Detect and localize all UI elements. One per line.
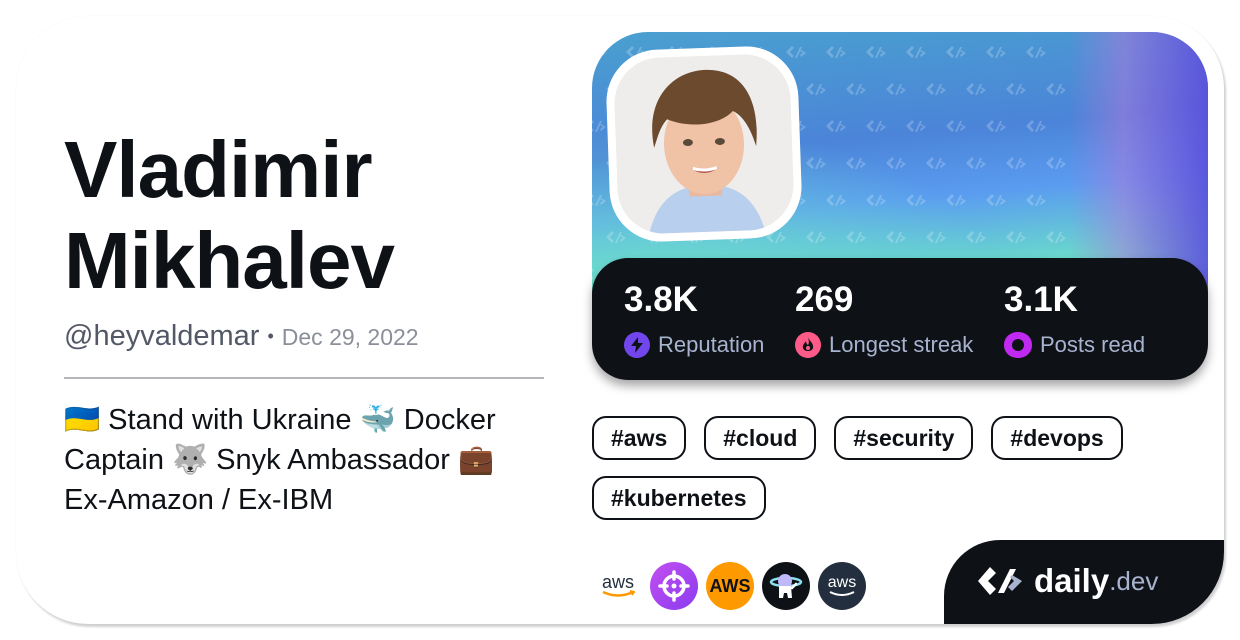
join-date: Dec 29, 2022 bbox=[281, 324, 419, 350]
crosshair-icon bbox=[658, 570, 690, 602]
brand-word-daily: daily bbox=[1034, 562, 1110, 599]
pattern-logo-mark bbox=[1006, 231, 1026, 243]
pattern-logo-mark bbox=[926, 157, 946, 169]
pattern-logo-mark bbox=[926, 231, 946, 243]
aws-logo-icon: aws bbox=[827, 574, 857, 591]
stat-label: Reputation bbox=[658, 332, 765, 357]
pattern-logo-mark bbox=[1026, 194, 1046, 206]
stat-value: 3.1K bbox=[1004, 280, 1078, 319]
daily-dev-logo-icon bbox=[978, 567, 1022, 595]
daily-dev-logo[interactable]: daily .dev bbox=[976, 562, 1158, 600]
stat-posts-read: 3.1K Posts read bbox=[1004, 278, 1145, 358]
pattern-logo-mark bbox=[1006, 157, 1026, 169]
aws-text-icon: AWS bbox=[709, 575, 751, 596]
astronaut-icon bbox=[769, 574, 803, 598]
pattern-logo-mark bbox=[846, 157, 866, 169]
aws-smile-icon bbox=[602, 590, 635, 597]
pattern-logo-mark bbox=[592, 194, 606, 206]
pattern-logo-mark bbox=[806, 83, 826, 95]
squad-aws-orange[interactable]: AWS bbox=[706, 562, 754, 610]
pattern-logo-mark bbox=[966, 157, 986, 169]
pattern-logo-mark bbox=[826, 120, 846, 132]
tag-kubernetes[interactable]: #kubernetes bbox=[592, 476, 766, 520]
aws-logo-icon: aws bbox=[601, 572, 634, 592]
pattern-logo-mark bbox=[886, 157, 906, 169]
tag-security[interactable]: #security bbox=[834, 416, 974, 460]
pattern-logo-mark bbox=[946, 194, 966, 206]
pattern-logo-mark bbox=[786, 46, 806, 58]
pattern-logo-mark bbox=[966, 231, 986, 243]
avatar-portrait bbox=[612, 52, 796, 236]
pattern-logo-mark bbox=[906, 120, 926, 132]
pattern-logo-mark bbox=[946, 46, 966, 58]
pattern-logo-mark bbox=[806, 231, 826, 243]
meta-separator: • bbox=[267, 326, 274, 346]
stat-label: Longest streak bbox=[829, 332, 974, 357]
pattern-logo-mark bbox=[592, 46, 606, 58]
squad-aws-dark[interactable]: aws bbox=[818, 562, 866, 610]
divider bbox=[64, 377, 544, 379]
stat-label: Posts read bbox=[1040, 332, 1146, 357]
lightning-icon bbox=[624, 332, 650, 358]
pattern-logo-mark bbox=[1046, 157, 1066, 169]
pattern-logo-mark bbox=[986, 46, 1006, 58]
stat-longest-streak: 269 Longest streak bbox=[795, 278, 973, 358]
avatar[interactable] bbox=[612, 52, 796, 236]
pattern-logo-mark bbox=[906, 194, 926, 206]
squad-crosshair[interactable] bbox=[650, 562, 698, 610]
tag-aws[interactable]: #aws bbox=[592, 416, 687, 460]
pattern-logo-mark bbox=[866, 46, 886, 58]
profile-handle[interactable]: @heyvaldemar bbox=[64, 320, 259, 353]
pattern-logo-mark bbox=[886, 83, 906, 95]
pattern-logo-mark bbox=[1046, 231, 1066, 243]
brand-word-dev: .dev bbox=[1109, 565, 1159, 596]
pattern-logo-mark bbox=[906, 46, 926, 58]
avatar-frame bbox=[604, 44, 804, 244]
pattern-logo-mark bbox=[1026, 120, 1046, 132]
squad-astronaut[interactable] bbox=[762, 562, 810, 610]
profile-bio: 🇺🇦 Stand with Ukraine 🐳 Docker Captain 🐺… bbox=[64, 404, 496, 516]
squad-list: aws AWS aws bbox=[594, 562, 866, 610]
profile-meta: @heyvaldemar • Dec 29, 2022 bbox=[64, 320, 419, 353]
tag-devops[interactable]: #devops bbox=[991, 416, 1123, 460]
pattern-logo-mark bbox=[846, 231, 866, 243]
pattern-logo-mark bbox=[986, 194, 1006, 206]
squad-aws-wordmark[interactable]: aws bbox=[594, 562, 642, 610]
eye-icon bbox=[1004, 332, 1032, 358]
aws-smile-icon bbox=[829, 591, 855, 596]
stat-reputation: 3.8K Reputation bbox=[624, 278, 764, 358]
pattern-logo-mark bbox=[946, 120, 966, 132]
pattern-logo-mark bbox=[866, 194, 886, 206]
pattern-logo-mark bbox=[606, 231, 626, 243]
profile-name: Vladimir Mikhalev bbox=[64, 125, 395, 305]
flame-icon bbox=[795, 332, 821, 358]
pattern-logo-mark bbox=[826, 194, 846, 206]
tag-cloud[interactable]: #cloud bbox=[704, 416, 817, 460]
pattern-logo-mark bbox=[886, 231, 906, 243]
stat-value: 269 bbox=[795, 280, 854, 319]
pattern-logo-mark bbox=[1046, 83, 1066, 95]
pattern-logo-mark bbox=[1026, 46, 1046, 58]
pattern-logo-mark bbox=[966, 83, 986, 95]
pattern-logo-mark bbox=[826, 46, 846, 58]
pattern-logo-mark bbox=[866, 120, 886, 132]
stats-panel: 3.8K Reputation 269 Longest streak 3.1K … bbox=[592, 258, 1208, 380]
pattern-logo-mark bbox=[926, 83, 946, 95]
stat-value: 3.8K bbox=[624, 280, 698, 319]
pattern-logo-mark bbox=[1006, 83, 1026, 95]
pattern-logo-mark bbox=[986, 120, 1006, 132]
pattern-logo-mark bbox=[806, 157, 826, 169]
tag-list: #aws #cloud #security #devops #kubernete… bbox=[592, 416, 1152, 520]
brand-panel: daily .dev bbox=[944, 540, 1224, 624]
pattern-logo-mark bbox=[592, 120, 606, 132]
pattern-logo-mark bbox=[846, 83, 866, 95]
